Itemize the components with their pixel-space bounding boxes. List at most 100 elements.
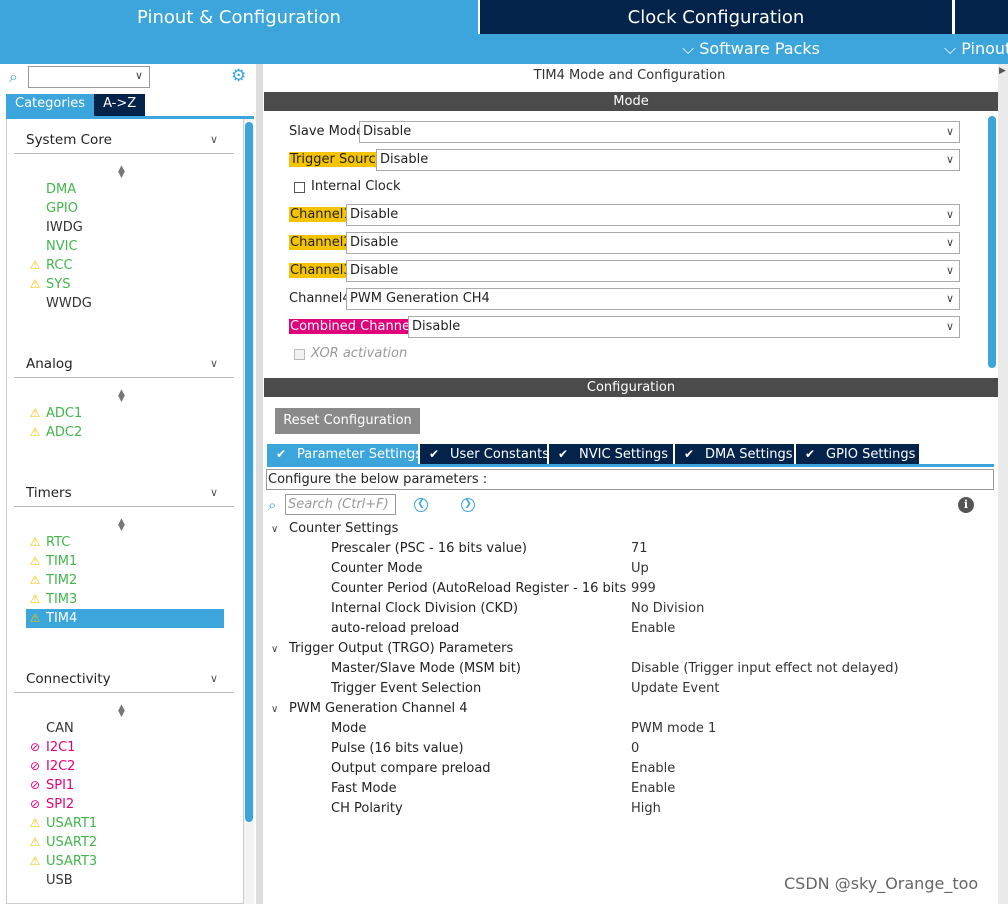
sort-icon[interactable]: ▲ ▼ <box>118 165 125 180</box>
param-clock-division[interactable]: Internal Clock Division (CKD) <box>331 599 627 619</box>
param-fast-mode-value[interactable]: Enable <box>631 779 675 799</box>
param-prescaler[interactable]: Prescaler (PSC - 16 bits value) <box>331 539 627 559</box>
pinout-menu[interactable]: ⌵ Pinout <box>944 39 1008 59</box>
chevron-down-icon[interactable]: ∨ <box>210 357 218 370</box>
tab-categories[interactable]: Categories <box>6 94 95 116</box>
tab-a-z[interactable]: A->Z <box>94 94 146 116</box>
param-clock-division-value[interactable]: No Division <box>631 599 704 619</box>
channel2-select[interactable]: Disable ∨ <box>346 232 960 254</box>
list-item-tim4[interactable]: ⚠ TIM4 <box>26 609 224 628</box>
param-trigger-event[interactable]: Trigger Event Selection <box>331 679 627 699</box>
parameter-search-input[interactable]: Search (Ctrl+F) <box>285 494 396 515</box>
tab-nvic-settings[interactable]: ✔ NVIC Settings <box>549 444 673 465</box>
software-packs-menu[interactable]: ⌵ Software Packs <box>682 39 820 59</box>
list-item-sys[interactable]: ⚠ SYS <box>26 275 224 294</box>
warning-icon: ⚠ <box>29 816 41 830</box>
list-item-usart3[interactable]: ⚠ USART3 <box>26 852 224 871</box>
chevron-down-icon[interactable]: ∨ <box>210 133 218 146</box>
param-fast-mode[interactable]: Fast Mode <box>331 779 627 799</box>
tab-overflow[interactable] <box>955 0 1008 34</box>
channel3-select[interactable]: Disable ∨ <box>346 260 960 282</box>
param-counter-mode[interactable]: Counter Mode <box>331 559 627 579</box>
panel-splitter[interactable] <box>256 64 263 904</box>
section-system-core[interactable]: System Core <box>26 132 112 148</box>
param-output-compare-preload-value[interactable]: Enable <box>631 759 675 779</box>
list-item-spi1[interactable]: ⊘ SPI1 <box>26 776 224 795</box>
list-item-label: I2C1 <box>46 740 76 755</box>
section-timers[interactable]: Timers <box>26 485 72 501</box>
info-icon[interactable]: i <box>958 497 974 513</box>
param-pwm-mode[interactable]: Mode <box>331 719 627 739</box>
param-master-slave-mode[interactable]: Master/Slave Mode (MSM bit) <box>331 659 627 679</box>
tab-dma-settings[interactable]: ✔ DMA Settings <box>675 444 794 465</box>
right-edge-scrollbar[interactable] <box>998 64 1008 904</box>
list-item-rtc[interactable]: ⚠ RTC <box>26 533 224 552</box>
param-pulse-value[interactable]: 0 <box>631 739 639 759</box>
list-item-spi2[interactable]: ⊘ SPI2 <box>26 795 224 814</box>
xor-activation-checkbox[interactable] <box>294 349 305 360</box>
list-item-i2c1[interactable]: ⊘ I2C1 <box>26 738 224 757</box>
previous-match-icon[interactable]: ❮ <box>414 498 428 512</box>
param-auto-reload-preload[interactable]: auto-reload preload <box>331 619 627 639</box>
list-item-can[interactable]: CAN <box>26 719 224 738</box>
list-item-usart2[interactable]: ⚠ USART2 <box>26 833 224 852</box>
list-item-iwdg[interactable]: IWDG <box>26 218 224 237</box>
sort-icon[interactable]: ▲ ▼ <box>118 389 125 404</box>
param-output-compare-preload[interactable]: Output compare preload <box>331 759 627 779</box>
chevron-down-icon[interactable]: ∨ <box>135 69 143 82</box>
internal-clock-checkbox[interactable] <box>294 182 305 193</box>
list-item-gpio[interactable]: GPIO <box>26 199 224 218</box>
list-item-tim2[interactable]: ⚠ TIM2 <box>26 571 224 590</box>
param-counter-period-value[interactable]: 999 <box>631 579 656 599</box>
list-item-usb[interactable]: USB <box>26 871 224 890</box>
tab-parameter-settings[interactable]: ✔ Parameter Settings <box>267 444 422 465</box>
slave-mode-select[interactable]: Disable ∨ <box>359 121 960 143</box>
chevron-down-icon[interactable]: ∨ <box>210 486 218 499</box>
channel4-select[interactable]: PWM Generation CH4 ∨ <box>346 288 960 310</box>
list-item-adc2[interactable]: ⚠ ADC2 <box>26 423 224 442</box>
sort-icon[interactable]: ▲ ▼ <box>118 704 125 719</box>
group-trigger-output[interactable]: ∨ Trigger Output (TRGO) Parameters <box>271 639 513 659</box>
param-master-slave-mode-value[interactable]: Disable (Trigger input effect not delaye… <box>631 659 899 679</box>
sort-icon[interactable]: ▲ ▼ <box>118 518 125 533</box>
group-pwm-channel-4[interactable]: ∨ PWM Generation Channel 4 <box>271 699 467 719</box>
param-prescaler-value[interactable]: 71 <box>631 539 648 559</box>
section-analog[interactable]: Analog <box>26 356 73 372</box>
list-item-dma[interactable]: DMA <box>26 180 224 199</box>
tab-gpio-settings[interactable]: ✔ GPIO Settings <box>796 444 919 465</box>
mode-scrollbar-thumb[interactable] <box>988 116 996 368</box>
reset-configuration-button[interactable]: Reset Configuration <box>275 408 420 434</box>
next-match-icon[interactable]: ❯ <box>461 498 475 512</box>
param-auto-reload-preload-value[interactable]: Enable <box>631 619 675 639</box>
param-ch-polarity-value[interactable]: High <box>631 799 661 819</box>
chevron-right-icon[interactable]: ▶ <box>999 66 1006 76</box>
tab-clock-configuration[interactable]: Clock Configuration <box>480 0 952 34</box>
list-item-wwdg[interactable]: WWDG <box>26 294 224 313</box>
warning-icon: ⚠ <box>29 535 41 549</box>
param-counter-period[interactable]: Counter Period (AutoReload Register - 16… <box>331 579 627 599</box>
list-item-rcc[interactable]: ⚠ RCC <box>26 256 224 275</box>
search-combobox[interactable]: ∨ <box>28 66 150 88</box>
section-connectivity[interactable]: Connectivity <box>26 671 111 687</box>
tab-pinout-configuration[interactable]: Pinout & Configuration <box>0 0 478 34</box>
channel1-select[interactable]: Disable ∨ <box>346 204 960 226</box>
list-item-nvic[interactable]: NVIC <box>26 237 224 256</box>
list-item-adc1[interactable]: ⚠ ADC1 <box>26 404 224 423</box>
list-item-i2c2[interactable]: ⊘ I2C2 <box>26 757 224 776</box>
param-counter-mode-value[interactable]: Up <box>631 559 649 579</box>
channel2-label: Channel2 <box>289 233 353 253</box>
category-scrollbar-thumb[interactable] <box>245 122 253 822</box>
param-trigger-event-value[interactable]: Update Event <box>631 679 719 699</box>
trigger-source-select[interactable]: Disable ∨ <box>376 149 960 171</box>
group-counter-settings[interactable]: ∨ Counter Settings <box>271 519 398 539</box>
list-item-tim3[interactable]: ⚠ TIM3 <box>26 590 224 609</box>
list-item-tim1[interactable]: ⚠ TIM1 <box>26 552 224 571</box>
param-pulse[interactable]: Pulse (16 bits value) <box>331 739 627 759</box>
tab-user-constants[interactable]: ✔ User Constants <box>420 444 549 465</box>
list-item-usart1[interactable]: ⚠ USART1 <box>26 814 224 833</box>
param-pwm-mode-value[interactable]: PWM mode 1 <box>631 719 716 739</box>
param-ch-polarity[interactable]: CH Polarity <box>331 799 627 819</box>
gear-icon[interactable]: ⚙ <box>231 66 246 86</box>
chevron-down-icon[interactable]: ∨ <box>210 672 218 685</box>
combined-channels-select[interactable]: Disable ∨ <box>408 316 960 338</box>
